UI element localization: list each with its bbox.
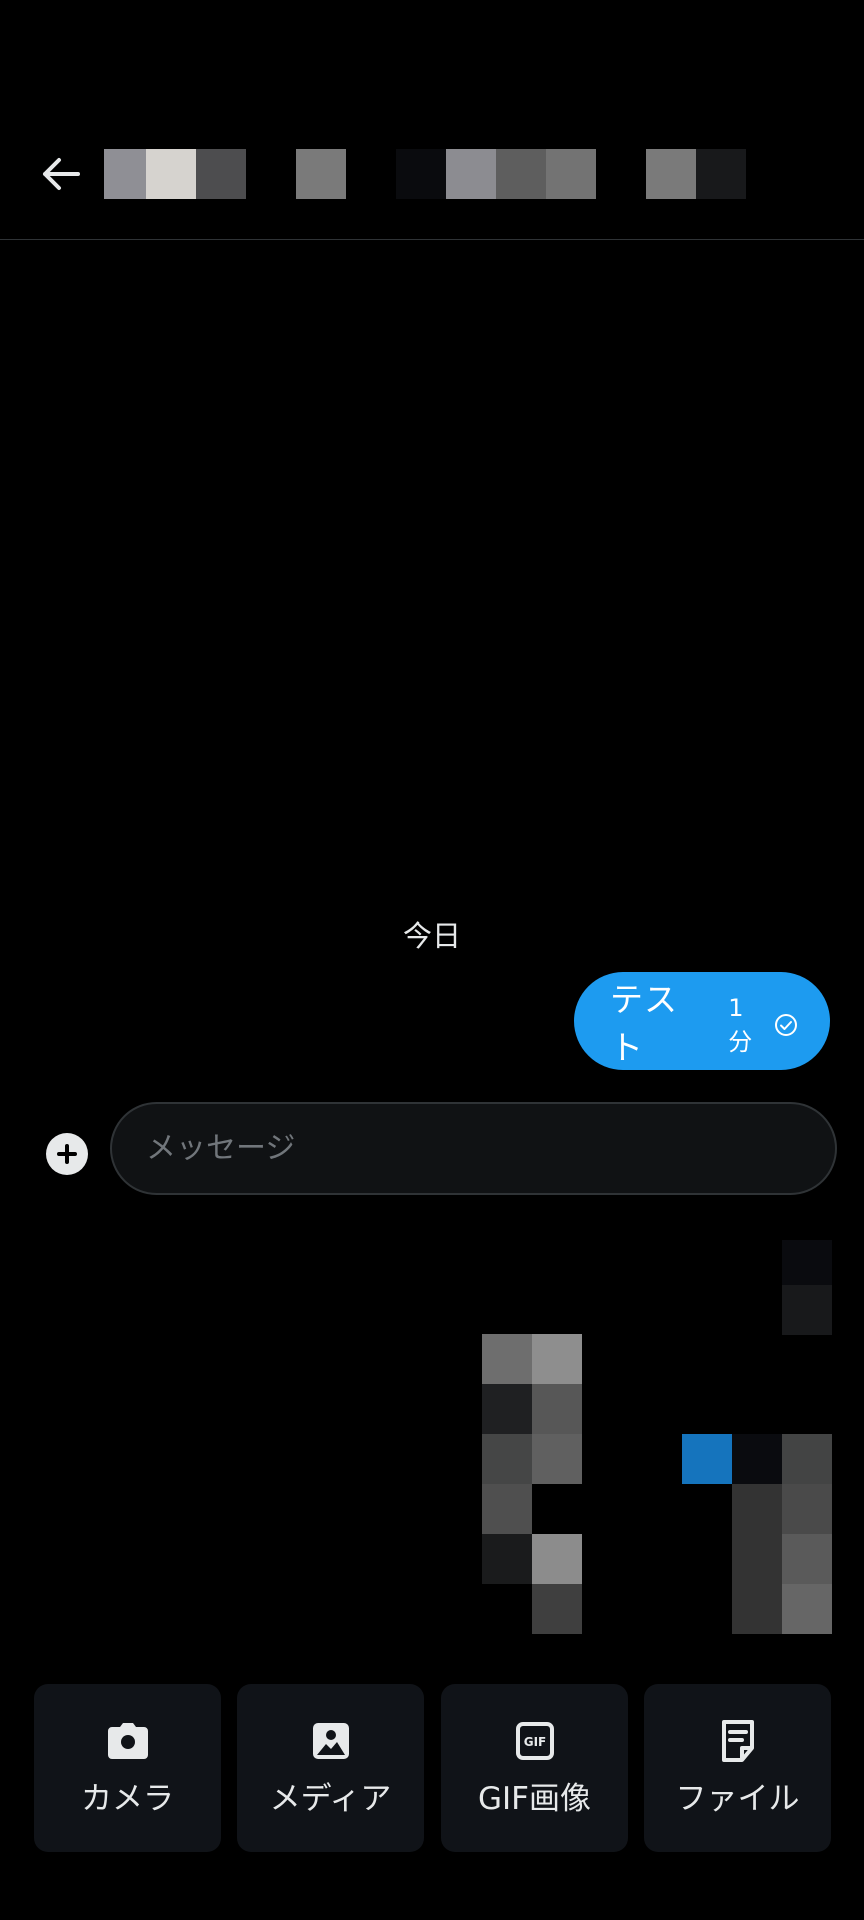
message-text: テスト [610,980,678,1067]
media-button[interactable]: メディア [237,1684,424,1852]
camera-label: カメラ [81,1780,174,1817]
date-separator: 今日 [402,919,461,953]
gif-label: GIF画像 [478,1780,591,1817]
file-button[interactable]: ファイル [644,1684,831,1852]
svg-text:GIF: GIF [523,1735,546,1749]
message-time: 1分 [728,993,753,1056]
message-input[interactable] [110,1102,837,1195]
gif-button[interactable]: GIF GIF画像 [441,1684,628,1852]
check-circle-icon [774,1013,798,1037]
media-label: メディア [269,1780,392,1817]
file-label: ファイル [675,1780,800,1817]
gif-icon: GIF [513,1719,557,1763]
file-icon [716,1719,760,1763]
plus-icon [57,1144,77,1164]
back-button[interactable] [30,144,90,204]
arrow-left-icon [43,158,80,190]
pixelated-area [0,0,864,1920]
message-bubble[interactable]: テスト 1分 [574,972,830,1070]
camera-icon [106,1719,150,1763]
add-attachment-button[interactable] [46,1133,88,1175]
attachment-options: カメラ メディア GIF GIF画像 ファイル [34,1684,831,1852]
conversation-header [0,0,864,240]
image-icon [309,1719,353,1763]
camera-button[interactable]: カメラ [34,1684,221,1852]
